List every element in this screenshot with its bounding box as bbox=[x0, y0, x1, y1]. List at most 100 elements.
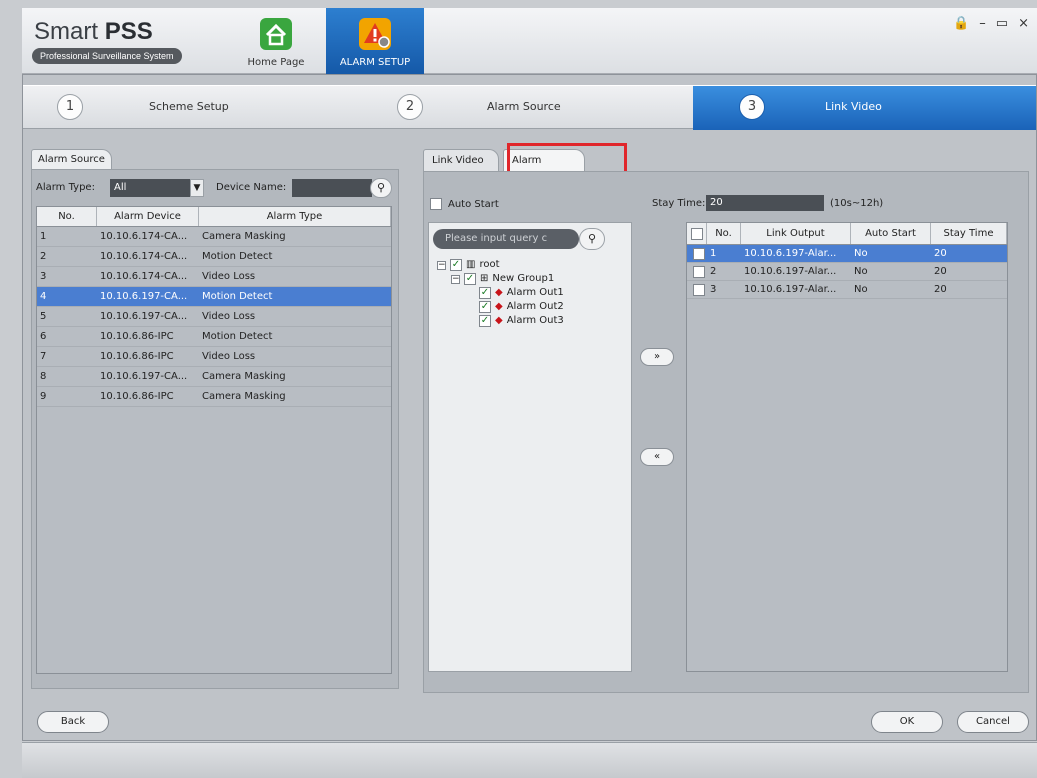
search-icon[interactable]: ⚲ bbox=[370, 178, 392, 198]
tree-node-output[interactable]: ✓ ◆ Alarm Out2 bbox=[479, 301, 564, 313]
alarm-type-select[interactable]: All bbox=[110, 179, 202, 197]
tree-node-group[interactable]: − ✓ ⊞ New Group1 bbox=[451, 273, 564, 285]
row-checkbox[interactable] bbox=[692, 265, 705, 278]
table-cell: Video Loss bbox=[202, 271, 256, 282]
close-icon[interactable]: × bbox=[1018, 16, 1029, 31]
table-row[interactable]: 2 10.10.6.174-CA... Motion Detect bbox=[37, 247, 391, 267]
tab-link-video[interactable]: Link Video bbox=[423, 149, 499, 171]
main-panel: 1 Scheme Setup 2 Alarm Source 3 Link Vid… bbox=[22, 74, 1037, 741]
alarm-output-icon: ◆ bbox=[495, 287, 503, 298]
minimize-icon[interactable]: – bbox=[979, 16, 986, 31]
select-all-checkbox-cell[interactable] bbox=[687, 223, 707, 244]
tree-checkbox[interactable]: ✓ bbox=[479, 287, 491, 299]
column-header[interactable]: Alarm Type bbox=[199, 207, 391, 226]
title-bar: Smart PSS Professional Surveillance Syst… bbox=[22, 8, 1037, 74]
table-row[interactable]: 2 10.10.6.197-Alar... No 20 bbox=[687, 263, 1007, 281]
app-subtitle: Professional Surveillance System bbox=[32, 48, 182, 64]
window-controls: 🔒 – ▭ × bbox=[953, 16, 1029, 31]
table-row[interactable]: 8 10.10.6.197-CA... Camera Masking bbox=[37, 367, 391, 387]
remove-output-button[interactable]: « bbox=[640, 448, 674, 466]
stay-time-input[interactable]: 20 bbox=[706, 195, 824, 211]
table-cell: 5 bbox=[40, 311, 47, 322]
table-cell: 10.10.6.197-CA... bbox=[100, 291, 188, 302]
tree-search-input[interactable]: Please input query c bbox=[433, 229, 579, 249]
table-cell: Video Loss bbox=[202, 311, 256, 322]
stay-time-label: Stay Time: bbox=[652, 198, 706, 209]
table-cell: 10.10.6.197-CA... bbox=[100, 371, 188, 382]
table-row[interactable]: 4 10.10.6.197-CA... Motion Detect bbox=[37, 287, 391, 307]
column-header[interactable]: No. bbox=[707, 223, 741, 244]
table-cell: 6 bbox=[40, 331, 47, 342]
tab-alarm-source[interactable]: Alarm Source bbox=[31, 149, 112, 169]
home-page-button[interactable]: Home Page bbox=[226, 8, 326, 74]
cancel-button[interactable]: Cancel bbox=[957, 711, 1029, 733]
table-cell: Motion Detect bbox=[202, 331, 273, 342]
tree-checkbox[interactable]: ✓ bbox=[464, 273, 476, 285]
tree-node-label: New Group1 bbox=[492, 273, 555, 284]
tree-checkbox[interactable]: ✓ bbox=[479, 315, 491, 327]
table-row[interactable]: 6 10.10.6.86-IPC Motion Detect bbox=[37, 327, 391, 347]
tree-node-output[interactable]: ✓ ◆ Alarm Out1 bbox=[479, 287, 564, 299]
step-link-video[interactable]: 3 Link Video bbox=[693, 86, 1036, 130]
row-checkbox[interactable] bbox=[692, 247, 705, 260]
alarm-output-icon: ◆ bbox=[495, 315, 503, 326]
alarm-setup-icon bbox=[359, 18, 391, 50]
table-cell: No bbox=[854, 266, 868, 277]
alarm-setup-button[interactable]: ALARM SETUP bbox=[326, 8, 424, 74]
row-checkbox-cell[interactable] bbox=[687, 281, 707, 298]
table-row[interactable]: 3 10.10.6.174-CA... Video Loss bbox=[37, 267, 391, 287]
table-cell: 7 bbox=[40, 351, 47, 362]
ok-button[interactable]: OK bbox=[871, 711, 943, 733]
table-row[interactable]: 1 10.10.6.174-CA... Camera Masking bbox=[37, 227, 391, 247]
row-checkbox[interactable] bbox=[692, 283, 705, 296]
table-row[interactable]: 7 10.10.6.86-IPC Video Loss bbox=[37, 347, 391, 367]
table-body: 1 10.10.6.174-CA... Camera Masking 2 10.10.6… bbox=[37, 227, 391, 407]
table-cell: 3 bbox=[710, 284, 717, 295]
table-header: No. Alarm Device Alarm Type bbox=[37, 207, 391, 227]
group-icon: ⊞ bbox=[480, 273, 489, 284]
link-output-table: No. Link Output Auto Start Stay Time 1 10… bbox=[686, 222, 1008, 672]
table-cell: 10.10.6.86-IPC bbox=[100, 331, 174, 342]
column-header[interactable]: No. bbox=[37, 207, 97, 226]
tree-checkbox[interactable]: ✓ bbox=[450, 259, 462, 271]
collapse-icon[interactable]: − bbox=[451, 274, 460, 284]
table-cell: 20 bbox=[934, 266, 947, 277]
maximize-icon[interactable]: ▭ bbox=[996, 16, 1008, 31]
select-all-checkbox[interactable] bbox=[690, 227, 703, 240]
search-icon[interactable]: ⚲ bbox=[579, 228, 605, 250]
step-alarm-source[interactable]: 2 Alarm Source bbox=[383, 86, 693, 130]
tree-node-root[interactable]: − ✓ ▥ root bbox=[437, 259, 564, 271]
table-cell: 2 bbox=[40, 251, 47, 262]
add-output-button[interactable]: » bbox=[640, 348, 674, 366]
tree-node-label: Alarm Out2 bbox=[506, 301, 564, 312]
auto-start-option[interactable]: Auto Start bbox=[430, 198, 499, 210]
tree-node-label: Alarm Out3 bbox=[506, 315, 564, 326]
column-header[interactable]: Stay Time bbox=[931, 223, 1007, 244]
step-number: 1 bbox=[57, 94, 83, 120]
table-row[interactable]: 9 10.10.6.86-IPC Camera Masking bbox=[37, 387, 391, 407]
column-header[interactable]: Link Output bbox=[741, 223, 851, 244]
device-name-label: Device Name: bbox=[216, 182, 287, 193]
row-checkbox-cell[interactable] bbox=[687, 263, 707, 280]
table-cell: 10.10.6.86-IPC bbox=[100, 391, 174, 402]
table-cell: 3 bbox=[40, 271, 47, 282]
step-scheme-setup[interactable]: 1 Scheme Setup bbox=[23, 86, 383, 130]
row-checkbox-cell[interactable] bbox=[687, 245, 707, 262]
table-cell: 10.10.6.174-CA... bbox=[100, 231, 188, 242]
alarm-output-body: Auto Start Stay Time: 20 (10s~12h) Pleas… bbox=[423, 171, 1029, 693]
collapse-icon[interactable]: − bbox=[437, 260, 446, 270]
back-button[interactable]: Back bbox=[37, 711, 109, 733]
tree-node-output[interactable]: ✓ ◆ Alarm Out3 bbox=[479, 315, 564, 327]
column-header[interactable]: Alarm Device bbox=[97, 207, 199, 226]
table-cell: No bbox=[854, 248, 868, 259]
device-name-input[interactable] bbox=[292, 179, 372, 197]
table-row[interactable]: 1 10.10.6.197-Alar... No 20 bbox=[687, 245, 1007, 263]
tree-checkbox[interactable]: ✓ bbox=[479, 301, 491, 313]
column-header[interactable]: Auto Start bbox=[851, 223, 931, 244]
lock-icon[interactable]: 🔒 bbox=[953, 16, 969, 31]
table-row[interactable]: 3 10.10.6.197-Alar... No 20 bbox=[687, 281, 1007, 299]
auto-start-checkbox[interactable] bbox=[430, 198, 442, 210]
table-cell: 1 bbox=[710, 248, 717, 259]
chevron-down-icon[interactable]: ▼ bbox=[190, 179, 204, 197]
table-row[interactable]: 5 10.10.6.197-CA... Video Loss bbox=[37, 307, 391, 327]
